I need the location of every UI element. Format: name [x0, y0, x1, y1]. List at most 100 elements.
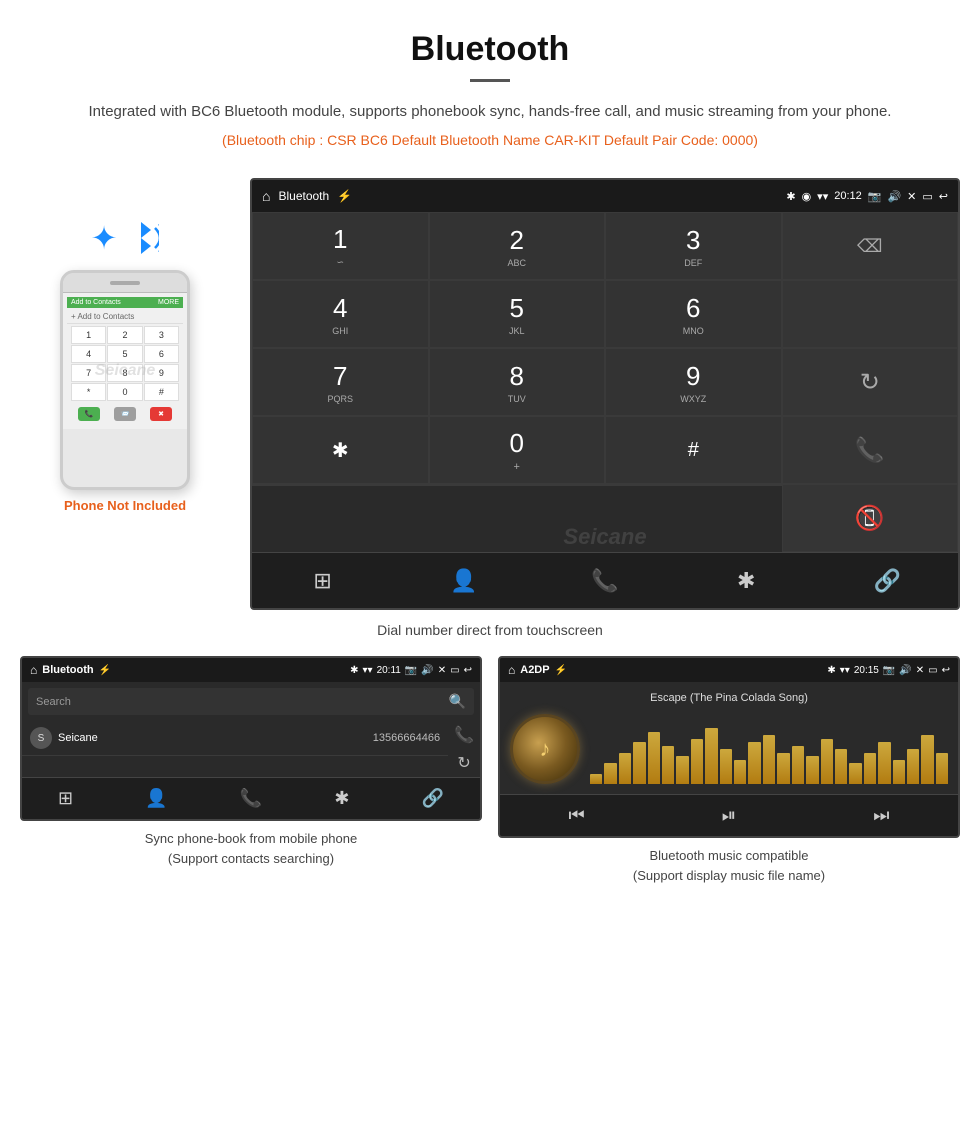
hu-key-star[interactable]: ✱ [252, 416, 429, 484]
music-area: Escape (The Pina Colada Song) ♪ [500, 682, 958, 794]
pb-person-btn[interactable]: 👤 [145, 788, 167, 809]
hu-key-call-green[interactable]: 📞 [782, 416, 959, 484]
head-unit-wrap: ⌂ Bluetooth ⚡ ✱ ◉ ▾▾ 20:12 📷 🔊 ✕ ▭ ↩ [250, 178, 960, 610]
phone-key: 3 [144, 326, 179, 344]
music-app-name: A2DP [520, 664, 549, 676]
bluetooth-logo-icon: ✦ [91, 219, 118, 257]
music-prev-btn[interactable]: ⏮ [569, 805, 585, 826]
pb-back[interactable]: ↩ [464, 665, 472, 676]
pb-camera: 📷 [405, 665, 417, 676]
pb-bottom-bar: ⊞ 👤 📞 ✱ 🔗 [22, 777, 480, 819]
pb-bt-btn[interactable]: ✱ [334, 788, 349, 809]
phone-speaker [110, 281, 140, 285]
hu-key-empty2 [252, 484, 429, 486]
phone-key: # [144, 383, 179, 401]
hu-key-call-red[interactable]: 📵 [782, 484, 959, 552]
phone-key: * [71, 383, 106, 401]
pb-right-icons: 📞 ↻ [448, 721, 480, 777]
pb-contacts-list: S Seicane 13566664466 [22, 721, 448, 777]
phonebook-screen: ⌂ Bluetooth ⚡ ✱ ▾▾ 20:11 📷 🔊 ✕ ▭ ↩ Searc… [20, 656, 482, 821]
phone-vm-btn: 📨 [114, 407, 136, 421]
hu-key-7[interactable]: 7 PQRS [252, 348, 429, 416]
hu-close-icon[interactable]: ✕ [907, 190, 916, 203]
music-home-icon[interactable]: ⌂ [508, 663, 515, 677]
pb-refresh-right-icon[interactable]: ↻ [457, 753, 470, 773]
pb-search-placeholder: Search [36, 696, 71, 708]
music-play-btn[interactable]: ⏯ [722, 805, 736, 826]
pb-contact-name: Seicane [58, 732, 367, 744]
pb-caption-line2: (Support contacts searching) [168, 851, 334, 866]
hu-key-0[interactable]: 0 + [429, 416, 606, 484]
hu-key-6[interactable]: 6 MNO [605, 280, 782, 348]
hu-key-refresh[interactable]: ↻ [782, 348, 959, 416]
phone-key: 5 [107, 345, 142, 363]
hu-dialpad-btn[interactable]: ⊞ [298, 556, 348, 606]
pb-link-btn[interactable]: 🔗 [422, 788, 444, 809]
music-bottom-bar: ⏮ ⏯ ⏭ [500, 794, 958, 836]
page-header: Bluetooth Integrated with BC6 Bluetooth … [0, 0, 980, 178]
pb-home-icon[interactable]: ⌂ [30, 663, 37, 677]
music-bt-icon: ✱ [827, 665, 835, 676]
music-note-icon: ♪ [540, 736, 551, 762]
hu-bottom-bar: ⊞ 👤 📞 ✱ 🔗 [252, 552, 958, 608]
hu-bluetooth-btn[interactable]: ✱ [721, 556, 771, 606]
pb-caption-line1: Sync phone-book from mobile phone [145, 831, 357, 846]
hu-key-3[interactable]: 3 DEF [605, 212, 782, 280]
music-win[interactable]: ▭ [928, 665, 937, 676]
pb-call-right-icon[interactable]: 📞 [454, 725, 474, 745]
music-content: ♪ [510, 714, 948, 784]
hu-dialpad-area: 1 ∽ 2 ABC 3 DEF ⌫ 4 GHI [252, 212, 958, 484]
hu-key-1[interactable]: 1 ∽ [252, 212, 429, 280]
hu-key-4[interactable]: 4 GHI [252, 280, 429, 348]
pb-phone-btn[interactable]: 📞 [240, 788, 262, 809]
pb-time: 20:11 [377, 665, 401, 676]
hu-home-icon[interactable]: ⌂ [262, 188, 270, 204]
music-close[interactable]: ✕ [916, 665, 924, 676]
hu-camera-icon: 📷 [868, 190, 882, 203]
music-back[interactable]: ↩ [942, 665, 950, 676]
watermark: Seicane [95, 362, 155, 380]
phone-mockup: Add to Contacts MORE + Add to Contacts 1… [60, 270, 190, 490]
phonebook-panel: ⌂ Bluetooth ⚡ ✱ ▾▾ 20:11 📷 🔊 ✕ ▭ ↩ Searc… [20, 656, 482, 885]
hu-window-icon[interactable]: ▭ [922, 190, 932, 203]
pb-close[interactable]: ✕ [438, 665, 446, 676]
bottom-panels: ⌂ Bluetooth ⚡ ✱ ▾▾ 20:11 📷 🔊 ✕ ▭ ↩ Searc… [0, 656, 980, 885]
pb-win[interactable]: ▭ [450, 665, 459, 676]
music-panel: ⌂ A2DP ⚡ ✱ ▾▾ 20:15 📷 🔊 ✕ ▭ ↩ Escape (Th… [498, 656, 960, 885]
pb-status-bar: ⌂ Bluetooth ⚡ ✱ ▾▾ 20:11 📷 🔊 ✕ ▭ ↩ [22, 658, 480, 682]
hu-status-bar: ⌂ Bluetooth ⚡ ✱ ◉ ▾▾ 20:12 📷 🔊 ✕ ▭ ↩ [252, 180, 958, 212]
hu-key-8[interactable]: 8 TUV [429, 348, 606, 416]
hu-contacts-btn[interactable]: 👤 [439, 556, 489, 606]
hu-key-hash[interactable]: # [605, 416, 782, 484]
hu-app-name: Bluetooth [278, 189, 329, 203]
dial-caption: Dial number direct from touchscreen [0, 622, 980, 638]
music-bars [590, 714, 948, 784]
music-time: 20:15 [854, 665, 879, 676]
pb-caption: Sync phone-book from mobile phone (Suppo… [145, 829, 357, 868]
pb-app-name: Bluetooth [42, 664, 93, 676]
hu-volume-icon: 🔊 [887, 190, 901, 203]
hu-key-empty1 [782, 280, 959, 348]
hu-key-empty4 [605, 484, 782, 486]
music-usb-icon: ⚡ [555, 665, 567, 676]
hu-key-empty3 [429, 484, 606, 486]
phone-end-btn: ✖ [150, 407, 172, 421]
title-divider [470, 79, 510, 82]
hu-bt-icon: ✱ [786, 190, 795, 203]
hu-key-5[interactable]: 5 JKL [429, 280, 606, 348]
pb-search-icon[interactable]: 🔍 [449, 693, 466, 710]
pb-grid-btn[interactable]: ⊞ [58, 788, 73, 809]
hu-link-btn[interactable]: 🔗 [862, 556, 912, 606]
page-title: Bluetooth [60, 30, 920, 69]
hu-phone-btn[interactable]: 📞 [580, 556, 630, 606]
page-description: Integrated with BC6 Bluetooth module, su… [60, 100, 920, 124]
music-viz [590, 714, 948, 784]
hu-key-2[interactable]: 2 ABC [429, 212, 606, 280]
hu-signal-icon: ▾▾ [817, 190, 828, 203]
hu-key-backspace[interactable]: ⌫ [782, 212, 959, 280]
pb-contact-row[interactable]: S Seicane 13566664466 [22, 721, 448, 756]
music-next-btn[interactable]: ⏭ [873, 805, 889, 826]
pb-search-bar[interactable]: Search 🔍 [28, 688, 474, 715]
hu-back-icon[interactable]: ↩ [939, 190, 948, 203]
hu-key-9[interactable]: 9 WXYZ [605, 348, 782, 416]
